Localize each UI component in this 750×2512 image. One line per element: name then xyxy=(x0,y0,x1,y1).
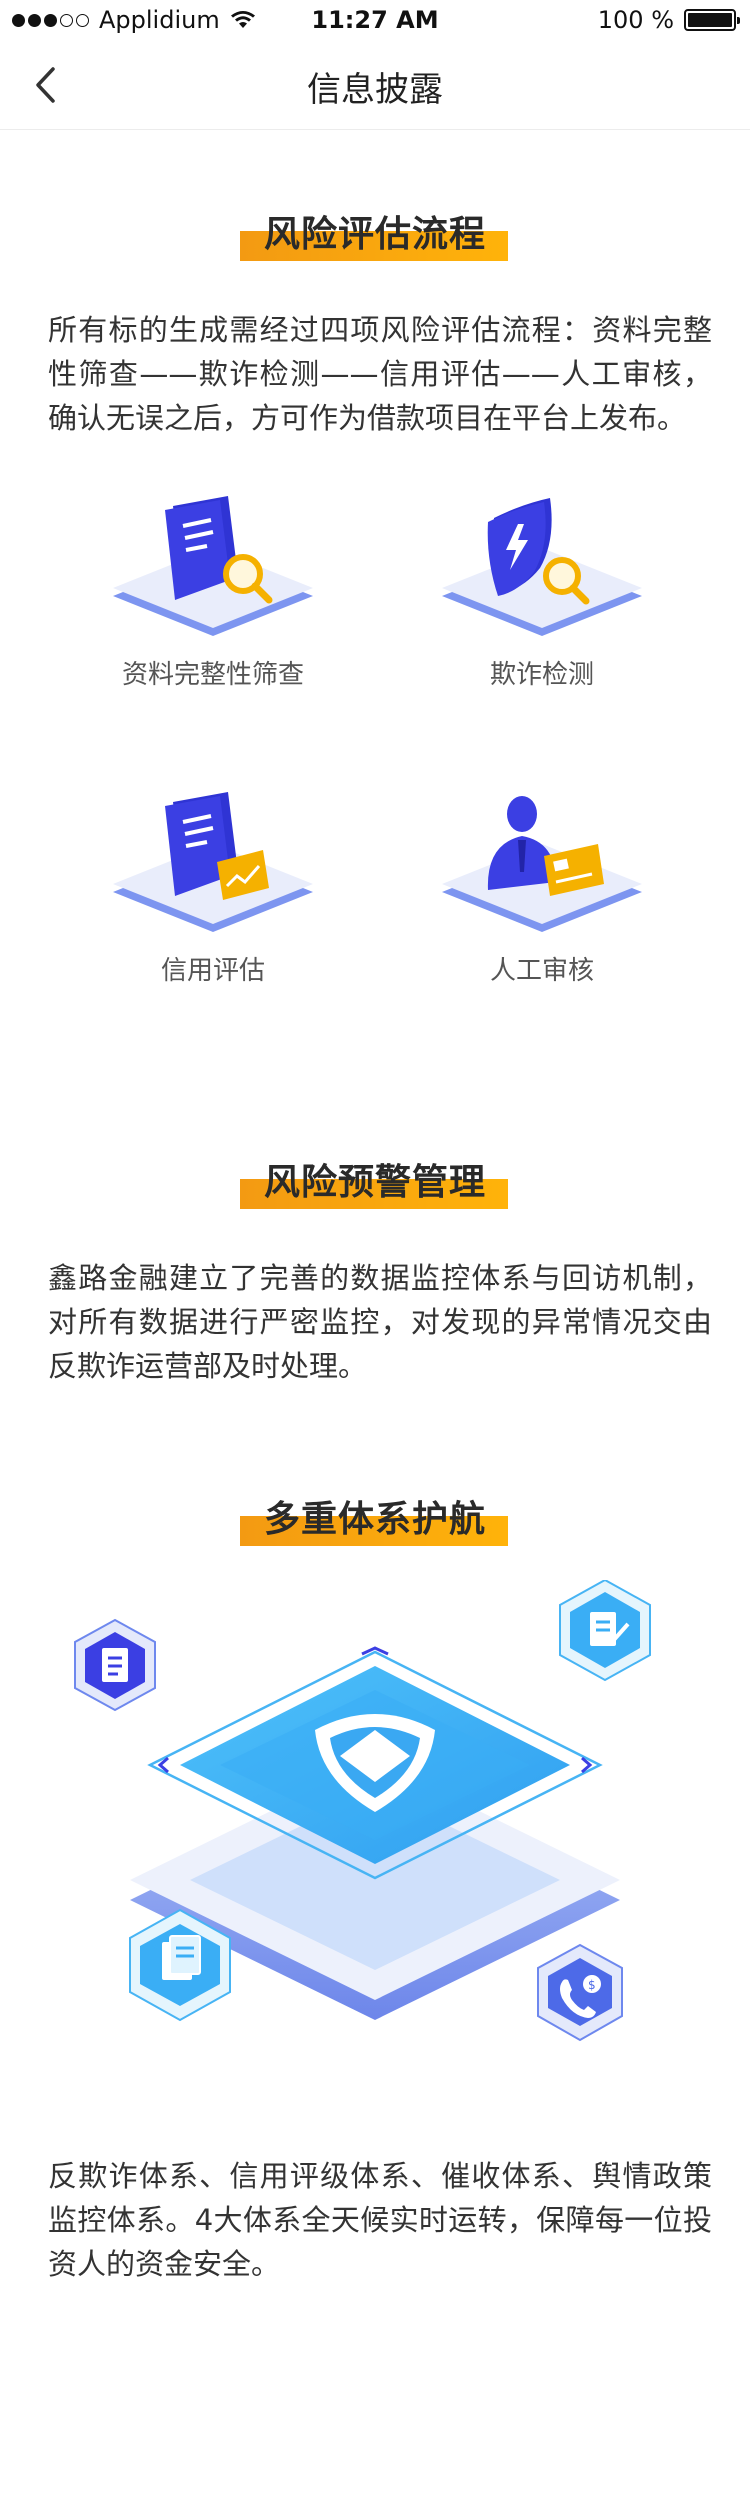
status-right: 100 % xyxy=(597,6,740,34)
section-heading-risk-warning: 风险预警管理 xyxy=(0,1153,750,1213)
multi-system-illustration: $ xyxy=(50,1578,700,2080)
document-magnifier-icon xyxy=(113,496,313,636)
status-bar: Applidium 11:27 AM 100 % xyxy=(0,0,750,40)
feature-label: 信用评估 xyxy=(160,956,265,986)
nav-bar: 信息披露 xyxy=(0,40,750,130)
feature-manual-review: 人工审核 xyxy=(427,792,657,987)
feature-integrity-check: 资料完整性筛查 xyxy=(98,496,328,691)
person-card-icon xyxy=(442,796,642,932)
checklist-icon xyxy=(74,1618,156,1712)
risk-warning-text: 鑫路金融建立了完善的数据监控体系与回访机制，对所有数据进行严密监控，对发现的异常… xyxy=(48,1261,712,1383)
feature-label: 欺诈检测 xyxy=(489,660,594,690)
risk-assessment-text: 所有标的生成需经过四项风险评估流程：资料完整性筛查——欺诈检测——信用评估——人… xyxy=(48,313,712,435)
section-heading-risk-assessment: 风险评估流程 xyxy=(0,205,750,265)
heading-text: 风险预警管理 xyxy=(263,1162,486,1203)
feature-fraud-detection: 欺诈检测 xyxy=(427,496,657,691)
page-title: 信息披露 xyxy=(307,70,443,110)
battery-percent: 100 % xyxy=(597,6,674,34)
section-heading-multi-system: 多重体系护航 xyxy=(0,1490,750,1550)
shield-platform-illustration: $ xyxy=(74,1578,651,2042)
feature-label: 资料完整性筛查 xyxy=(121,660,304,690)
document-card-icon xyxy=(113,792,313,932)
battery-level xyxy=(688,13,732,27)
multi-system-text: 反欺诈体系、信用评级体系、催收体系、舆情政策监控体系。4大体系全天候实时运转，保… xyxy=(48,2159,712,2281)
shield-magnifier-icon xyxy=(442,498,642,636)
heading-text: 风险评估流程 xyxy=(263,214,486,255)
feature-label: 人工审核 xyxy=(489,956,594,986)
feature-credit-assessment: 信用评估 xyxy=(98,792,328,987)
edit-document-icon xyxy=(559,1578,651,1682)
heading-text: 多重体系护航 xyxy=(263,1499,486,1540)
battery-icon xyxy=(684,9,740,31)
svg-text:$: $ xyxy=(588,1978,596,1992)
phone-payment-icon: $ xyxy=(537,1943,623,2042)
